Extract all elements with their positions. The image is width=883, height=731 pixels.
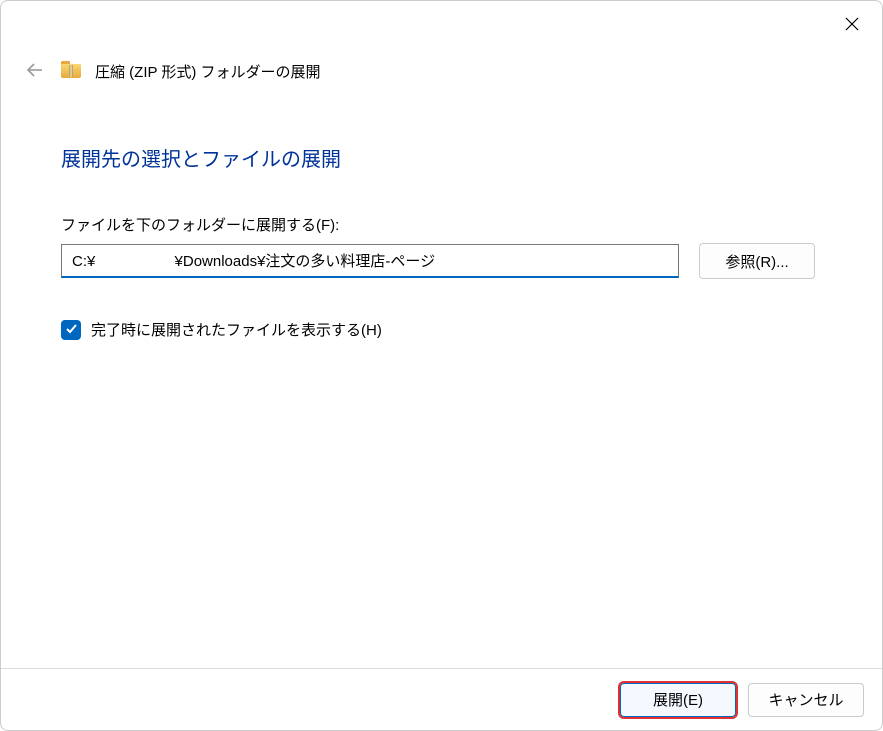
page-heading: 展開先の選択とファイルの展開 — [61, 143, 822, 172]
wizard-header: 圧縮 (ZIP 形式) フォルダーの展開 — [1, 1, 882, 83]
zip-folder-icon — [61, 61, 81, 81]
wizard-title: 圧縮 (ZIP 形式) フォルダーの展開 — [95, 61, 321, 82]
path-row: 参照(R)... — [61, 243, 822, 279]
back-button[interactable] — [23, 59, 47, 83]
cancel-button[interactable]: キャンセル — [748, 683, 864, 717]
back-arrow-icon — [26, 61, 44, 82]
footer: 展開(E) キャンセル — [1, 668, 882, 730]
path-label: ファイルを下のフォルダーに展開する(F): — [61, 214, 822, 235]
close-icon — [845, 17, 859, 34]
destination-path-input[interactable] — [61, 244, 679, 278]
show-files-row: 完了時に展開されたファイルを表示する(H) — [61, 319, 822, 340]
close-button[interactable] — [840, 13, 864, 37]
checkmark-icon — [65, 322, 78, 338]
show-files-label: 完了時に展開されたファイルを表示する(H) — [91, 319, 382, 340]
show-files-checkbox[interactable] — [61, 320, 81, 340]
extract-button[interactable]: 展開(E) — [620, 683, 736, 717]
content-area: 展開先の選択とファイルの展開 ファイルを下のフォルダーに展開する(F): 参照(… — [1, 83, 882, 340]
browse-button[interactable]: 参照(R)... — [699, 243, 815, 279]
